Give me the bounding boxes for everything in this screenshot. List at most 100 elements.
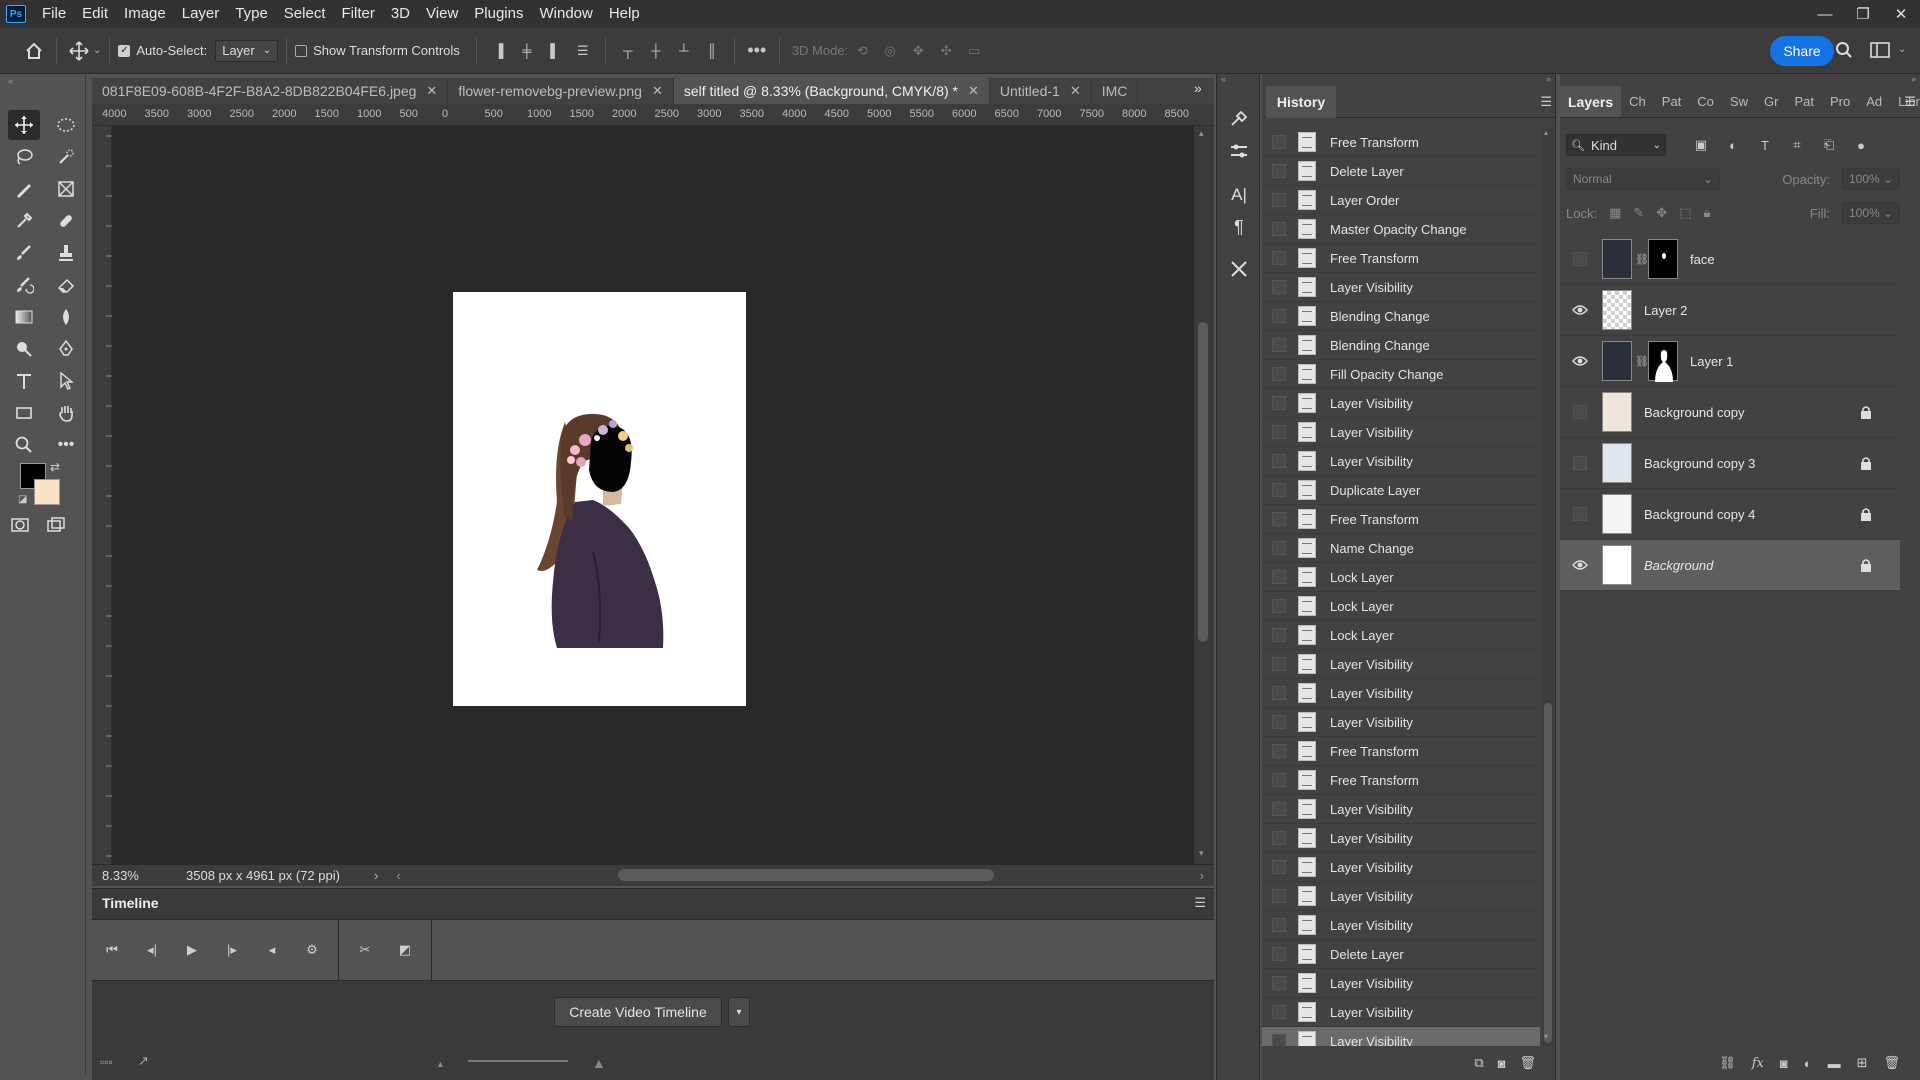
layer-row[interactable]: Background copy 3 [1560, 438, 1900, 489]
lock-icon[interactable] [1856, 558, 1876, 572]
history-item[interactable]: Layer Visibility [1262, 650, 1540, 679]
create-video-timeline-button[interactable]: Create Video Timeline [554, 997, 722, 1027]
workspace-icon[interactable] [1866, 36, 1894, 64]
layer-thumbnail[interactable] [1602, 239, 1632, 279]
zoom-out-icon[interactable]: ▲ [436, 1059, 445, 1069]
history-source-box[interactable] [1272, 773, 1286, 787]
fill-input[interactable]: 100% ⌄ [1842, 202, 1900, 224]
lock-icon[interactable] [1856, 507, 1876, 521]
close-tab-icon[interactable]: ✕ [1070, 83, 1081, 99]
layer-thumbnail[interactable] [1602, 443, 1632, 483]
chevron-down-icon[interactable]: ⌄ [1898, 44, 1906, 55]
lock-transparent-icon[interactable]: ▦ [1609, 205, 1621, 221]
history-source-box[interactable] [1272, 918, 1286, 932]
layers-group-tab[interactable]: Pro [1822, 86, 1858, 117]
close-tab-icon[interactable]: ✕ [426, 83, 437, 99]
history-source-box[interactable] [1272, 599, 1286, 613]
smart-object-filter-icon[interactable]: ⎗ [1818, 134, 1840, 156]
vertical-scroll-thumb[interactable] [1198, 322, 1208, 642]
move-tool-icon[interactable] [65, 37, 93, 65]
history-item[interactable]: Free Transform [1262, 737, 1540, 766]
zoom-slider[interactable] [468, 1060, 568, 1062]
rectangle-tool-icon[interactable] [8, 398, 40, 428]
layer-name[interactable]: Background copy [1644, 405, 1856, 420]
history-source-box[interactable] [1272, 338, 1286, 352]
layers-group-tab[interactable]: Pat [1654, 86, 1690, 117]
eye-icon[interactable] [1566, 555, 1594, 575]
history-item[interactable]: Lock Layer [1262, 592, 1540, 621]
history-item[interactable]: Layer Visibility [1262, 708, 1540, 737]
layer-row[interactable]: Background copy [1560, 387, 1900, 438]
expand-icon[interactable]: » [1911, 74, 1916, 84]
more-options-icon[interactable]: ••• [743, 37, 771, 65]
history-source-box[interactable] [1272, 570, 1286, 584]
history-source-box[interactable] [1272, 251, 1286, 265]
panel-menu-icon[interactable]: ☰ [1540, 94, 1552, 110]
history-source-box[interactable] [1272, 541, 1286, 555]
show-transform-checkbox[interactable] [295, 44, 308, 57]
visibility-toggle[interactable] [1566, 453, 1594, 473]
history-item[interactable]: Layer Visibility [1262, 679, 1540, 708]
play-icon[interactable]: ▶ [172, 930, 212, 970]
align-top-icon[interactable]: ┬ [614, 37, 642, 65]
history-source-box[interactable] [1272, 860, 1286, 874]
menu-item-layer[interactable]: Layer [174, 0, 228, 28]
new-document-from-state-icon[interactable]: ⧉ [1474, 1055, 1483, 1071]
history-source-box[interactable] [1272, 454, 1286, 468]
eyedropper-icon[interactable] [8, 206, 40, 236]
history-item[interactable]: Duplicate Layer [1262, 476, 1540, 505]
history-item[interactable]: Layer Visibility [1262, 853, 1540, 882]
panel-menu-icon[interactable]: ☰ [1194, 895, 1206, 911]
history-source-box[interactable] [1272, 164, 1286, 178]
type-tool-icon[interactable] [8, 366, 40, 396]
history-source-box[interactable] [1272, 222, 1286, 236]
visibility-toggle[interactable] [1566, 249, 1594, 269]
layers-group-tab[interactable]: Co [1689, 86, 1722, 117]
eye-icon[interactable] [1566, 351, 1594, 371]
history-source-box[interactable] [1272, 831, 1286, 845]
chevron-down-icon[interactable]: ▾ [728, 997, 750, 1027]
align-middle-icon[interactable]: ┼ [642, 37, 670, 65]
clone-stamp-icon[interactable] [50, 238, 82, 268]
history-item[interactable]: Free Transform [1262, 766, 1540, 795]
share-button[interactable]: Share [1770, 36, 1834, 66]
adjustment-filter-icon[interactable]: ◐ [1722, 134, 1744, 156]
document-tab[interactable]: 081F8E09-608B-4F2F-B8A2-8DB822B04FE6.jpe… [92, 78, 449, 104]
layer-name[interactable]: face [1690, 252, 1900, 267]
lock-all-icon[interactable]: 🔒︎ [1703, 205, 1710, 221]
history-item[interactable]: Layer Visibility [1262, 911, 1540, 940]
history-item[interactable]: Layer Visibility [1262, 969, 1540, 998]
layers-group-tab[interactable]: Ch [1621, 86, 1654, 117]
history-source-box[interactable] [1272, 425, 1286, 439]
distribute-vertical-icon[interactable]: ║ [698, 37, 726, 65]
menu-item-filter[interactable]: Filter [334, 0, 383, 28]
layers-group-tab[interactable]: Sw [1722, 86, 1756, 117]
camera-snapshot-icon[interactable]: ◙ [1498, 1056, 1506, 1071]
expand-icon[interactable]: » [1546, 74, 1551, 84]
path-selection-icon[interactable] [50, 366, 82, 396]
render-icon[interactable]: ↗ [138, 1053, 149, 1069]
menu-item-file[interactable]: File [34, 0, 74, 28]
layer-name[interactable]: Layer 2 [1644, 303, 1900, 318]
lock-artboard-icon[interactable]: ⬚ [1679, 205, 1691, 221]
layer-name[interactable]: Background [1644, 558, 1856, 573]
swap-colors-icon[interactable]: ⇄ [50, 460, 60, 474]
show-transform-toggle[interactable]: Show Transform Controls [295, 43, 460, 58]
layer-thumbnail[interactable] [1602, 341, 1632, 381]
history-item[interactable]: Free Transform [1262, 505, 1540, 534]
move-tool-icon[interactable] [8, 110, 40, 140]
layer-row[interactable]: Layer 2 [1560, 285, 1900, 336]
history-source-box[interactable] [1272, 947, 1286, 961]
menu-item-plugins[interactable]: Plugins [466, 0, 531, 28]
previous-frame-icon[interactable]: ◂| [132, 930, 172, 970]
layer-row[interactable]: ⛓ face [1560, 234, 1900, 285]
minimize-icon[interactable]: — [1806, 0, 1844, 28]
scroll-down-icon[interactable]: ▾ [1544, 1032, 1548, 1041]
mask-link-icon[interactable]: ⛓ [1635, 355, 1649, 368]
lasso-icon[interactable] [8, 142, 40, 172]
history-source-box[interactable] [1272, 628, 1286, 642]
menu-item-help[interactable]: Help [601, 0, 648, 28]
document-tab[interactable]: Untitled-1 ✕ [990, 78, 1092, 104]
lock-position-icon[interactable]: ✥ [1656, 205, 1667, 221]
fx-icon[interactable]: fx [1752, 1056, 1764, 1071]
